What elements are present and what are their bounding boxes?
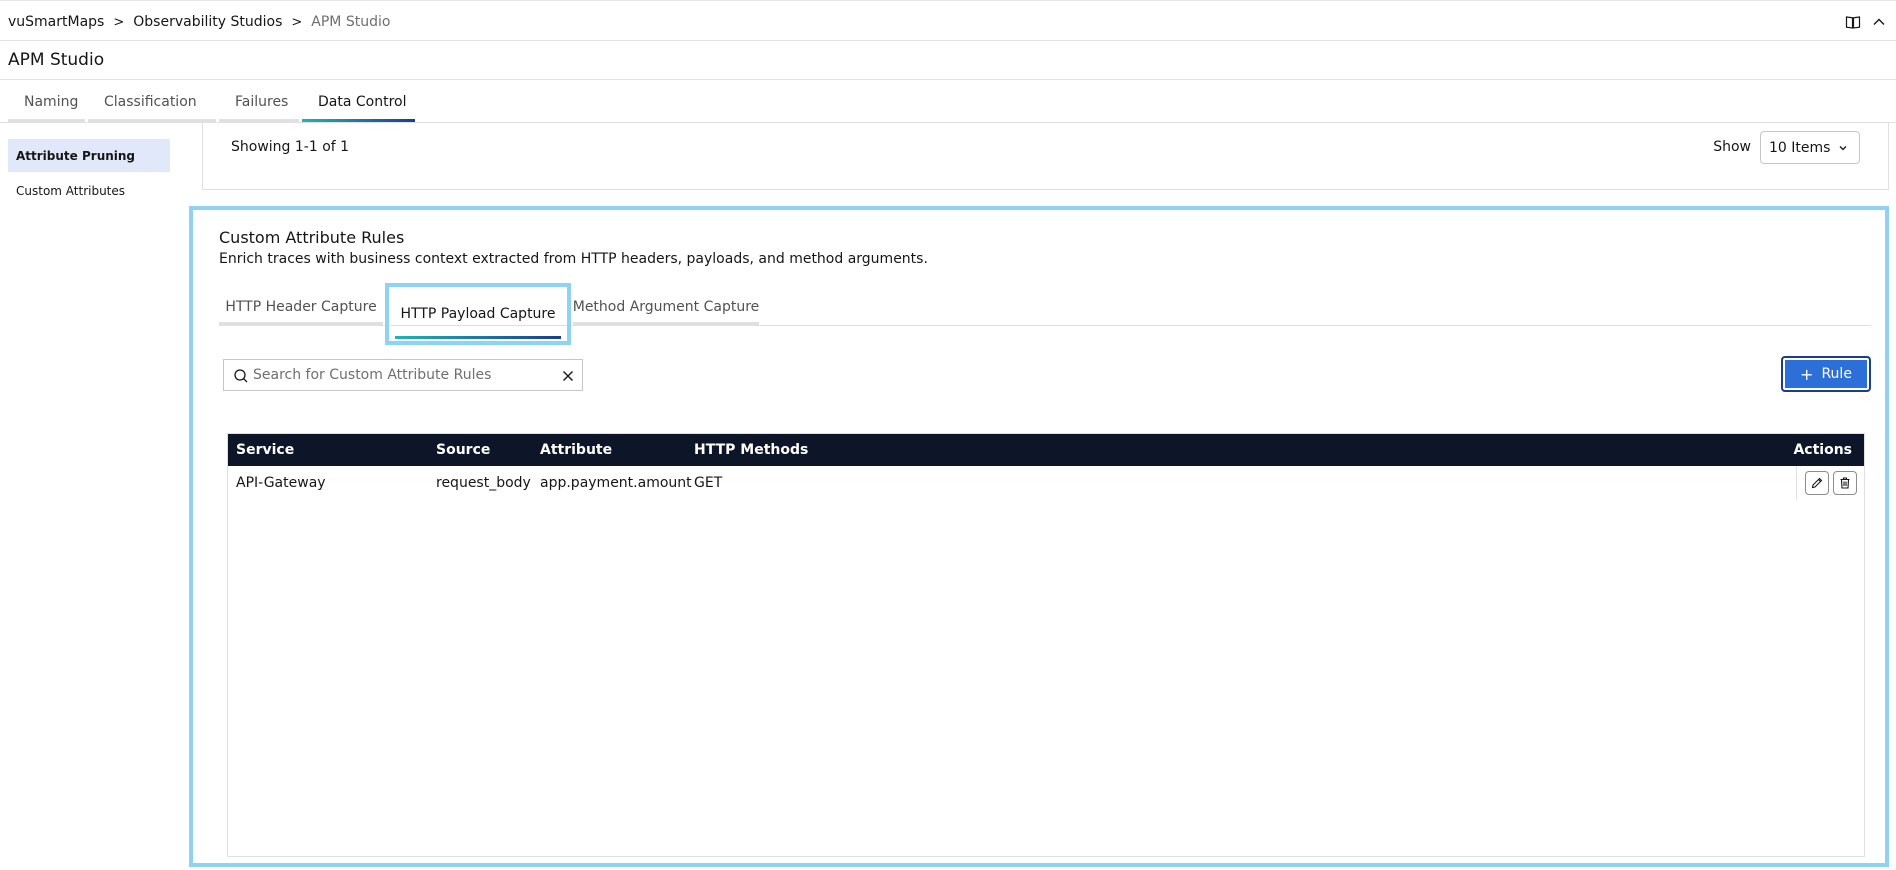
column-header-service: Service <box>236 442 295 458</box>
tab-label: HTTP Payload Capture <box>400 306 556 322</box>
top-bar: vuSmartMaps > Observability Studios > AP… <box>0 0 1896 41</box>
showing-count: Showing 1-1 of 1 <box>231 139 350 155</box>
cell-service: API-Gateway <box>236 475 326 491</box>
chevron-up-icon[interactable] <box>1870 13 1888 31</box>
custom-attribute-rules-card: Custom Attribute Rules Enrich traces wit… <box>189 206 1889 867</box>
column-header-source: Source <box>436 442 491 458</box>
add-rule-label: Rule <box>1821 366 1852 382</box>
tab-underline <box>573 322 759 325</box>
tab-data-control[interactable]: Data Control <box>302 92 415 122</box>
sidebar-item-attribute-pruning[interactable]: Attribute Pruning <box>8 139 170 172</box>
tab-http-payload-capture[interactable]: HTTP Payload Capture <box>385 283 571 345</box>
delete-button[interactable] <box>1832 471 1857 495</box>
tab-method-argument-capture[interactable]: Method Argument Capture <box>573 288 759 326</box>
card-title: Custom Attribute Rules <box>219 228 405 247</box>
plus-icon: + <box>1800 364 1814 384</box>
sub-tabs: HTTP Header Capture HTTP Payload Capture… <box>219 283 1871 345</box>
sidebar-item-custom-attributes[interactable]: Custom Attributes <box>8 174 170 207</box>
tab-failures[interactable]: Failures <box>219 92 299 122</box>
breadcrumb: vuSmartMaps > Observability Studios > AP… <box>8 14 390 30</box>
breadcrumb-separator: > <box>291 14 303 30</box>
show-label: Show <box>1713 139 1751 155</box>
tab-naming[interactable]: Naming <box>8 92 85 122</box>
title-bar: APM Studio <box>0 41 1896 80</box>
book-icon[interactable] <box>1844 13 1862 31</box>
page-size-value: 10 Items <box>1769 139 1831 156</box>
main-tabs: Naming Classification Failures Data Cont… <box>8 92 418 122</box>
cell-http-methods: GET <box>694 475 723 491</box>
column-header-actions: Actions <box>1793 442 1852 458</box>
search-box <box>223 359 583 391</box>
search-icon <box>233 368 249 384</box>
tab-label: Method Argument Capture <box>572 299 760 315</box>
tab-http-header-capture[interactable]: HTTP Header Capture <box>219 288 383 326</box>
row-actions <box>1796 466 1864 500</box>
tab-underline <box>219 322 383 325</box>
chevron-down-icon <box>1837 142 1849 154</box>
pager-panel: Showing 1-1 of 1 Show 10 Items <box>202 123 1889 190</box>
card-description: Enrich traces with business context extr… <box>219 251 928 267</box>
trash-icon <box>1840 477 1849 489</box>
pencil-icon <box>1811 477 1822 489</box>
cell-attribute: app.payment.amount <box>540 475 692 491</box>
table-header: Service Source Attribute HTTP Methods Ac… <box>228 434 1864 466</box>
tab-label: HTTP Header Capture <box>225 299 377 315</box>
breadcrumb-item-vusmartmaps[interactable]: vuSmartMaps <box>8 14 104 30</box>
page-size-select[interactable]: 10 Items <box>1760 131 1860 164</box>
tab-classification[interactable]: Classification <box>88 92 216 122</box>
page-title: APM Studio <box>8 50 105 70</box>
column-header-http-methods: HTTP Methods <box>694 442 809 458</box>
table-row: API-Gateway request_body app.payment.amo… <box>228 466 1864 500</box>
edit-button[interactable] <box>1804 471 1829 495</box>
rules-table: Service Source Attribute HTTP Methods Ac… <box>227 433 1865 857</box>
column-header-attribute: Attribute <box>540 442 613 458</box>
close-icon[interactable] <box>560 368 576 384</box>
add-rule-button[interactable]: + Rule <box>1781 356 1871 392</box>
cell-source: request_body <box>436 475 531 491</box>
breadcrumb-item-observability-studios[interactable]: Observability Studios <box>133 14 282 30</box>
search-input[interactable] <box>253 360 553 390</box>
sidebar: Attribute Pruning Custom Attributes <box>8 139 170 209</box>
tab-underline <box>395 336 561 339</box>
breadcrumb-separator: > <box>113 14 125 30</box>
top-icons <box>1844 13 1896 31</box>
breadcrumb-item-apm-studio: APM Studio <box>311 14 391 30</box>
